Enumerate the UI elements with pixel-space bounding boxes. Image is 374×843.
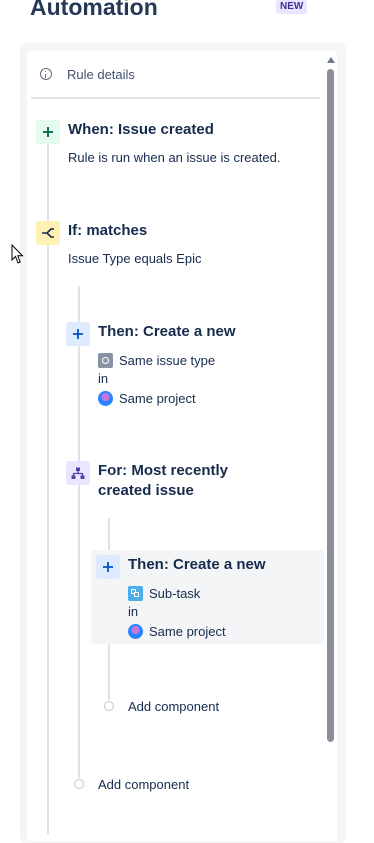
main-connector-line — [47, 144, 49, 834]
mouse-cursor-icon — [11, 244, 24, 264]
condition-title[interactable]: If: matches — [68, 221, 147, 241]
subtask-icon — [128, 585, 143, 601]
new-badge: NEW — [276, 0, 308, 14]
trigger-description: Rule is run when an issue is created. — [68, 150, 281, 165]
branch-condition-icon — [36, 221, 60, 245]
condition-connector-line — [78, 286, 80, 778]
page-title: Automation — [30, 0, 158, 20]
scrollbar[interactable] — [324, 57, 336, 837]
issue-type-icon — [98, 352, 113, 368]
project-avatar-icon — [98, 390, 113, 406]
info-icon — [40, 68, 52, 80]
action1-project-label: Same project — [119, 390, 196, 406]
rule-details-label: Rule details — [67, 66, 135, 82]
action2-title[interactable]: Then: Create a new — [128, 555, 266, 575]
scroll-up-arrow[interactable] — [327, 57, 335, 63]
action1-issue-type: Same issue type — [98, 351, 215, 369]
rule-panel — [27, 51, 337, 841]
action2-project-label: Same project — [149, 623, 226, 639]
plus-icon — [36, 120, 60, 144]
plus-icon — [66, 322, 90, 346]
action2-in-label: in — [128, 604, 139, 619]
plus-icon — [96, 555, 120, 579]
condition-description: Issue Type equals Epic — [68, 251, 202, 266]
rule-details-item[interactable]: Rule details — [40, 63, 135, 85]
add-component-dot[interactable] — [104, 701, 114, 711]
branch-title-line2[interactable]: created issue — [98, 481, 194, 501]
action2-issue-type-label: Sub-task — [149, 585, 201, 601]
branch-title-line1[interactable]: For: Most recently — [98, 461, 228, 481]
action1-issue-type-label: Same issue type — [119, 352, 216, 368]
action2-issue-type: Sub-task — [128, 584, 200, 602]
action2-project: Same project — [128, 622, 226, 640]
project-avatar-icon — [128, 623, 143, 639]
action1-title[interactable]: Then: Create a new — [98, 322, 236, 342]
hierarchy-icon — [66, 461, 90, 485]
action1-project: Same project — [98, 389, 196, 407]
add-component-dot[interactable] — [74, 779, 84, 789]
divider — [31, 97, 320, 99]
add-component-outer[interactable]: Add component — [98, 776, 189, 794]
add-component-inner[interactable]: Add component — [128, 698, 219, 716]
trigger-title[interactable]: When: Issue created — [68, 120, 214, 140]
action1-in-label: in — [98, 371, 109, 386]
scroll-thumb[interactable] — [327, 69, 334, 742]
